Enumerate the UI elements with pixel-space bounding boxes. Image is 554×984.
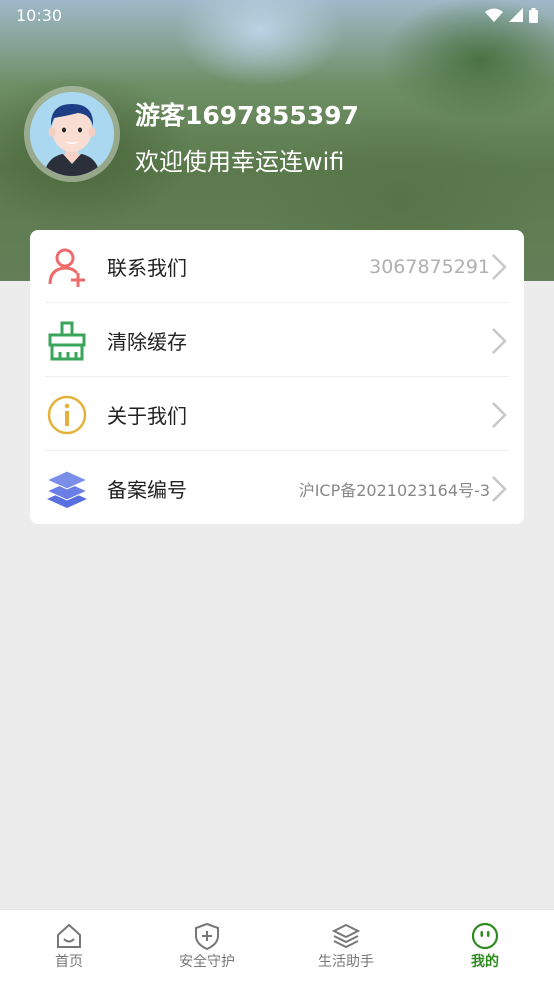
info-icon: [47, 395, 87, 434]
shield-plus-icon: [195, 922, 219, 950]
chevron-right-icon: [492, 475, 507, 502]
layers-icon: [332, 923, 360, 949]
bottom-tab-bar: 首页 安全守护 生活助手 我的: [0, 909, 554, 984]
contact-number: 3067875291: [369, 255, 490, 278]
menu-item-label: 备案编号: [107, 478, 187, 502]
tab-label: 我的: [471, 954, 499, 970]
record-number-value: 沪ICP备2021023164号-3: [298, 480, 490, 500]
tab-home[interactable]: 首页: [0, 910, 138, 984]
username: 游客1697855397: [135, 101, 359, 130]
tab-mine[interactable]: 我的: [416, 910, 554, 984]
tab-label: 生活助手: [318, 954, 374, 970]
chevron-right-icon: [492, 401, 507, 428]
menu-item-contact-us[interactable]: 联系我们 3067875291: [30, 230, 524, 303]
broom-icon: [48, 321, 86, 360]
tab-security[interactable]: 安全守护: [138, 910, 276, 984]
menu-item-label: 联系我们: [107, 256, 187, 280]
tab-label: 安全守护: [179, 954, 235, 970]
menu-card: 联系我们 3067875291 清除缓存 关于我们 备案编号 沪ICP备2021…: [30, 230, 524, 524]
battery-icon: [529, 7, 538, 23]
tab-label: 首页: [55, 954, 83, 970]
divider: [45, 302, 509, 303]
add-user-icon: [48, 248, 85, 287]
status-bar: 10:30: [0, 0, 554, 30]
home-icon: [57, 923, 81, 948]
menu-item-label: 清除缓存: [107, 330, 187, 354]
menu-item-about-us[interactable]: 关于我们: [30, 378, 524, 451]
layers-icon: [46, 469, 88, 508]
menu-item-clear-cache[interactable]: 清除缓存: [30, 304, 524, 377]
divider: [45, 450, 509, 451]
menu-item-record-number[interactable]: 备案编号 沪ICP备2021023164号-3: [30, 452, 524, 525]
chevron-right-icon: [492, 327, 507, 354]
avatar[interactable]: [24, 86, 120, 182]
wifi-icon: [485, 8, 503, 22]
divider: [45, 376, 509, 377]
smile-face-icon: [471, 922, 499, 950]
chevron-right-icon: [492, 253, 507, 280]
status-time: 10:30: [16, 5, 63, 25]
welcome-text: 欢迎使用幸运连wifi: [135, 148, 345, 176]
avatar-image: [30, 92, 114, 176]
signal-icon: [509, 8, 523, 22]
status-icons: [485, 7, 538, 23]
menu-item-label: 关于我们: [107, 404, 187, 428]
tab-life-assistant[interactable]: 生活助手: [277, 910, 415, 984]
